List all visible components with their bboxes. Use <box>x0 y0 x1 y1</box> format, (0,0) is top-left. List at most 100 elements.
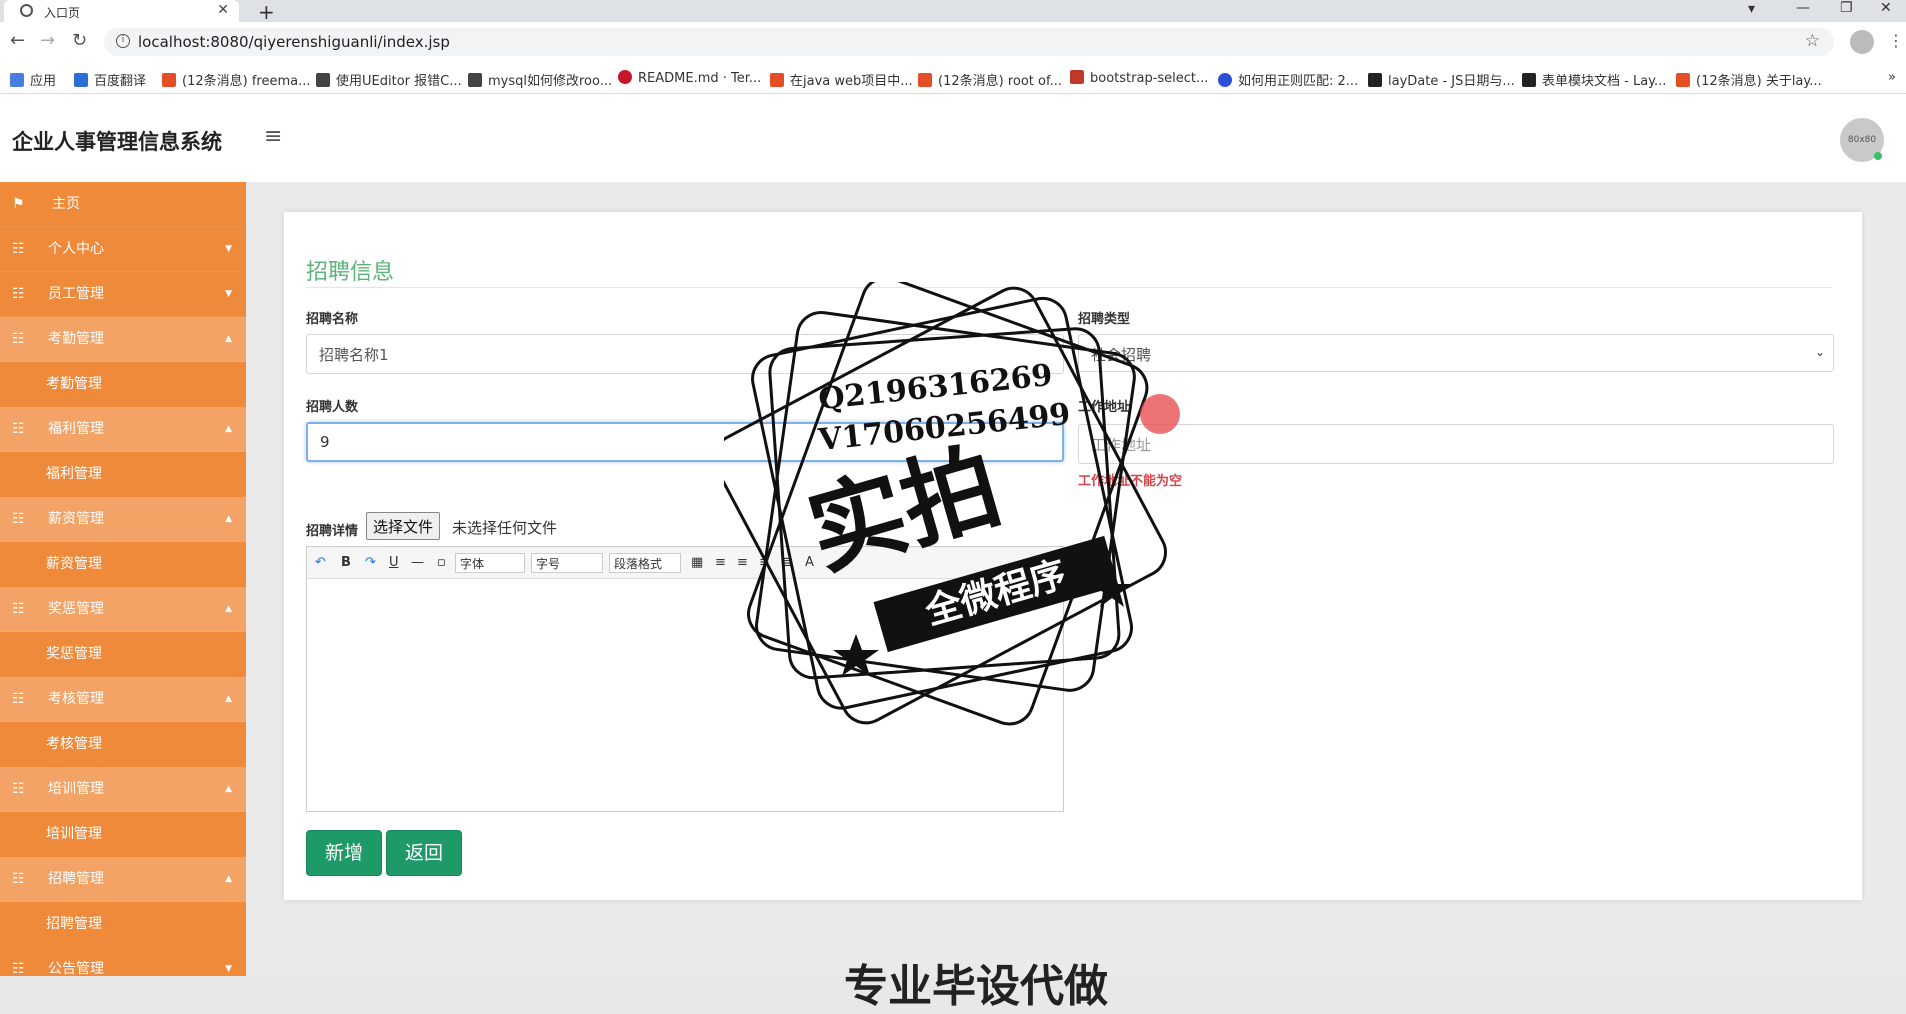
browser-tab[interactable]: 入口页 ✕ <box>4 0 239 22</box>
sidebar-subitem-attendance[interactable]: 考勤管理 <box>0 362 246 407</box>
caret-up-icon: ▲ <box>225 784 232 794</box>
align-right-icon[interactable]: ≡ <box>759 555 770 570</box>
address-label: 工作地址 <box>1078 400 1131 415</box>
caret-down-icon: ▼ <box>225 964 232 974</box>
align-left-icon[interactable]: ≡ <box>715 555 726 570</box>
sidebar: ⚑ 主页 ☷ 个人中心 ▼ ☷ 员工管理 ▼ ☷ 考勤管理 ▲ 考勤管理 ☷ 福… <box>0 182 246 976</box>
bookmark-item[interactable]: 如何用正则匹配: 2... <box>1218 70 1358 89</box>
tab-title: 入口页 <box>44 6 81 20</box>
profile-icon[interactable] <box>1850 30 1874 54</box>
back-button[interactable]: 返回 <box>386 830 462 876</box>
flag-icon: ⚑ <box>12 196 25 212</box>
sidebar-item-rewards[interactable]: ☷ 奖惩管理 ▲ <box>0 587 246 632</box>
table-icon[interactable]: ▦ <box>691 555 703 570</box>
grid-icon: ☷ <box>12 601 25 617</box>
bookmarks-overflow-icon[interactable]: » <box>1888 70 1896 85</box>
sidebar-item-label: 奖惩管理 <box>48 601 104 617</box>
font-size-select[interactable]: 字号 <box>531 553 603 573</box>
grid-icon: ☷ <box>12 241 25 257</box>
sidebar-item-salary[interactable]: ☷ 薪资管理 ▲ <box>0 497 246 542</box>
font-family-select[interactable]: 字体 <box>455 553 525 573</box>
grid-icon: ☷ <box>12 511 25 527</box>
avatar[interactable]: 80x80 <box>1840 118 1884 162</box>
sidebar-item-label: 公告管理 <box>48 961 104 976</box>
caret-up-icon: ▲ <box>225 874 232 884</box>
bookmark-item[interactable]: bootstrap-select... <box>1070 70 1208 86</box>
bookmark-item[interactable]: layDate - JS日期与... <box>1368 70 1515 89</box>
sidebar-subitem-welfare[interactable]: 福利管理 <box>0 452 246 497</box>
sidebar-subitem-assessment[interactable]: 考核管理 <box>0 722 246 767</box>
apps-icon <box>10 73 24 87</box>
choose-file-button[interactable]: 选择文件 <box>366 512 441 540</box>
sidebar-subitem-recruitment[interactable]: 招聘管理 <box>0 902 246 947</box>
url-input[interactable]: i localhost:8080/qiyerenshiguanli/index.… <box>104 28 1834 56</box>
justify-icon[interactable]: ≣ <box>781 555 792 570</box>
bookmark-item[interactable]: (12条消息) root of... <box>918 70 1062 89</box>
forward-arrow-icon[interactable]: → <box>40 30 55 51</box>
bookmark-item[interactable]: 在java web项目中... <box>770 70 913 89</box>
detail-label: 招聘详情 <box>306 524 359 539</box>
paragraph-format-select[interactable]: 段落格式 <box>609 553 681 573</box>
url-text: localhost:8080/qiyerenshiguanli/index.js… <box>138 33 450 51</box>
bookmark-item[interactable]: 应用 <box>10 70 56 89</box>
reload-icon[interactable]: ↻ <box>72 30 87 51</box>
sidebar-item-home[interactable]: ⚑ 主页 <box>0 182 246 227</box>
bookmark-item[interactable]: 使用UEditor 报错C... <box>316 70 462 89</box>
online-status-dot <box>1874 152 1882 160</box>
globe-icon <box>20 4 33 17</box>
sidebar-item-assessment[interactable]: ☷ 考核管理 ▲ <box>0 677 246 722</box>
sidebar-subitem-training[interactable]: 培训管理 <box>0 812 246 857</box>
tab-search-icon[interactable]: ▾ <box>1748 1 1755 17</box>
horizontal-rule-icon[interactable]: — <box>411 555 424 570</box>
caret-up-icon: ▲ <box>225 694 232 704</box>
translate-icon <box>74 73 88 87</box>
bookmark-item[interactable]: mysql如何修改roo... <box>468 70 612 89</box>
layui-icon <box>1368 73 1382 87</box>
restore-icon[interactable]: ❐ <box>1840 0 1853 16</box>
sidebar-item-welfare[interactable]: ☷ 福利管理 ▲ <box>0 407 246 452</box>
bookmark-item[interactable]: 表单模块文档 - Lay... <box>1522 70 1666 89</box>
recruit-type-select[interactable]: 社会招聘 ⌄ <box>1078 334 1834 372</box>
new-tab-icon[interactable]: + <box>258 0 275 24</box>
back-arrow-icon[interactable]: ← <box>10 30 25 51</box>
sidebar-item-announcements[interactable]: ☷ 公告管理 ▼ <box>0 947 246 976</box>
sidebar-item-label: 培训管理 <box>48 781 104 797</box>
underline-icon[interactable]: U <box>389 555 399 570</box>
title-divider <box>306 287 1832 288</box>
bookmark-item[interactable]: README.md · Ter... <box>618 70 761 86</box>
layui-icon <box>1522 73 1536 87</box>
hamburger-menu-icon[interactable]: ≡ <box>264 124 282 149</box>
bookmark-item[interactable]: 百度翻译 <box>74 70 146 89</box>
sidebar-item-personal[interactable]: ☷ 个人中心 ▼ <box>0 227 246 272</box>
close-icon[interactable]: ✕ <box>217 2 229 18</box>
window-close-icon[interactable]: ✕ <box>1880 0 1892 16</box>
redo-icon[interactable]: ↷ <box>365 555 376 570</box>
bold-icon[interactable]: B <box>341 555 351 570</box>
sidebar-item-label: 福利管理 <box>48 421 104 437</box>
sidebar-subitem-salary[interactable]: 薪资管理 <box>0 542 246 587</box>
form-title: 招聘信息 <box>306 260 395 285</box>
undo-icon[interactable]: ↶ <box>315 555 326 570</box>
align-center-icon[interactable]: ≡ <box>737 555 748 570</box>
sidebar-item-attendance[interactable]: ☷ 考勤管理 ▲ <box>0 317 246 362</box>
minimize-icon[interactable]: — <box>1796 0 1810 16</box>
menu-kebab-icon[interactable]: ⋮ <box>1888 31 1904 50</box>
sidebar-subitem-rewards[interactable]: 奖惩管理 <box>0 632 246 677</box>
csdn-icon <box>1676 73 1690 87</box>
bookmark-item[interactable]: (12条消息) freema... <box>162 70 310 89</box>
sidebar-item-training[interactable]: ☷ 培训管理 ▲ <box>0 767 246 812</box>
work-address-input[interactable]: 工作地址 <box>1078 424 1834 464</box>
bookmark-item[interactable]: (12条消息) 关于lay... <box>1676 70 1822 89</box>
bookmark-star-icon[interactable]: ☆ <box>1805 31 1820 51</box>
address-error-message: 工作地址不能为空 <box>1078 474 1183 489</box>
sidebar-item-employees[interactable]: ☷ 员工管理 ▼ <box>0 272 246 317</box>
sidebar-item-label: 员工管理 <box>48 286 104 302</box>
submit-button[interactable]: 新增 <box>306 830 382 876</box>
caret-down-icon: ▼ <box>225 289 232 299</box>
chevron-down-icon: ⌄ <box>1814 345 1825 359</box>
info-icon[interactable]: i <box>116 34 130 48</box>
sidebar-item-recruitment[interactable]: ☷ 招聘管理 ▲ <box>0 857 246 902</box>
cursor-highlight <box>1140 394 1180 434</box>
document-icon[interactable]: ▫ <box>437 555 446 570</box>
font-color-icon[interactable]: A <box>805 555 814 570</box>
